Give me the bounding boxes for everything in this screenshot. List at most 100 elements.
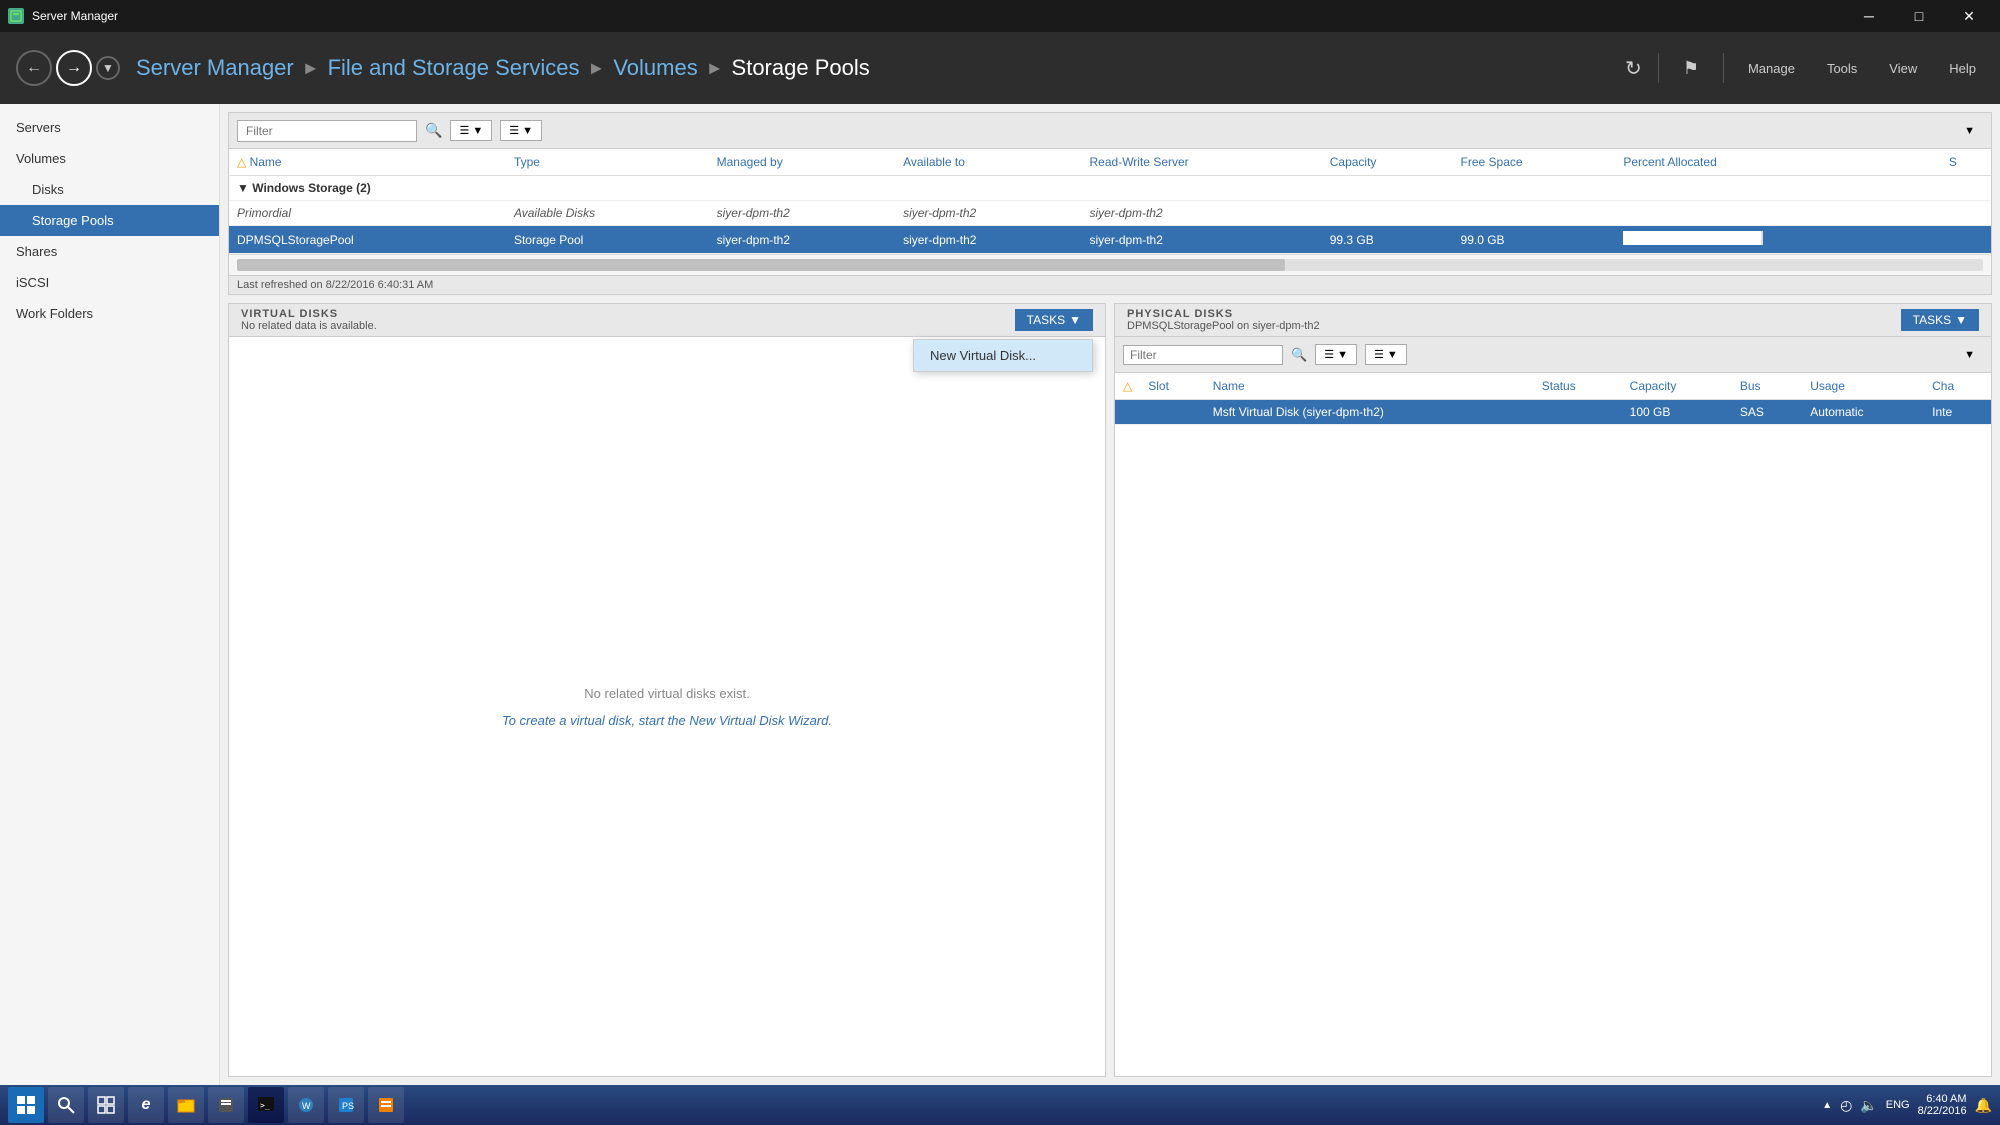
- nav-divider2: [1723, 53, 1724, 83]
- sidebar: Servers Volumes Disks Storage Pools Shar…: [0, 104, 220, 1085]
- phys-warn-cell: [1115, 400, 1140, 425]
- physical-disks-panel: PHYSICAL DISKS DPMSQLStoragePool on siye…: [1114, 303, 1992, 1077]
- filter-input[interactable]: [237, 120, 417, 142]
- phys-slot: [1140, 400, 1204, 425]
- phys-col-name[interactable]: Name: [1205, 373, 1534, 400]
- taskbar-app7[interactable]: W: [288, 1087, 324, 1123]
- group-expander-icon[interactable]: ▼: [237, 181, 249, 195]
- storage-pools-table-container: △ Name Type Managed by Available to Read…: [229, 149, 1991, 254]
- virtual-disks-header: VIRTUAL DISKS No related data is availab…: [229, 304, 1105, 337]
- taskbar-app8[interactable]: PS: [328, 1087, 364, 1123]
- phys-usage: Automatic: [1802, 400, 1924, 425]
- sidebar-item-servers[interactable]: Servers: [0, 112, 219, 143]
- main-layout: Servers Volumes Disks Storage Pools Shar…: [0, 104, 2000, 1085]
- phys-expand-btn[interactable]: ▼: [1956, 346, 1983, 364]
- taskbar-explorer[interactable]: [168, 1087, 204, 1123]
- pool-capacity: 99.3 GB: [1322, 226, 1453, 254]
- refresh-button[interactable]: ↻: [1625, 56, 1642, 81]
- sidebar-item-volumes[interactable]: Volumes: [0, 143, 219, 174]
- help-button[interactable]: Help: [1941, 57, 1984, 80]
- col-name[interactable]: △ Name: [229, 149, 506, 176]
- taskbar-app5[interactable]: [208, 1087, 244, 1123]
- tasks-dropdown-icon: ▼: [1069, 313, 1081, 327]
- col-s[interactable]: S: [1941, 149, 1991, 176]
- taskbar-search[interactable]: [48, 1087, 84, 1123]
- phys-capacity: 100 GB: [1622, 400, 1732, 425]
- tray-volume-icon: 🔈: [1860, 1097, 1877, 1114]
- filter-search-icon[interactable]: 🔍: [425, 122, 442, 139]
- manage-button[interactable]: Manage: [1740, 57, 1803, 80]
- phys-disk-row[interactable]: Msft Virtual Disk (siyer-dpm-th2) 100 GB…: [1115, 400, 1991, 425]
- navbar: ← → ▼ Server Manager ► File and Storage …: [0, 32, 2000, 104]
- phys-sort-btn[interactable]: ☰ ▼: [1365, 344, 1407, 365]
- breadcrumb-server-manager[interactable]: Server Manager: [136, 55, 294, 81]
- no-virtual-disks-text: No related virtual disks exist.: [584, 686, 749, 701]
- phys-name: Msft Virtual Disk (siyer-dpm-th2): [1205, 400, 1534, 425]
- primordial-managed-by: siyer-dpm-th2: [709, 201, 895, 226]
- primordial-row[interactable]: Primordial Available Disks siyer-dpm-th2…: [229, 201, 1991, 226]
- tools-button[interactable]: Tools: [1819, 57, 1865, 80]
- tasks-button-virtual[interactable]: TASKS ▼: [1015, 309, 1093, 331]
- phys-col-bus[interactable]: Bus: [1732, 373, 1802, 400]
- phys-col-slot[interactable]: Slot: [1140, 373, 1204, 400]
- maximize-button[interactable]: □: [1896, 0, 1942, 32]
- col-percent-allocated[interactable]: Percent Allocated: [1615, 149, 1940, 176]
- physical-disks-title: PHYSICAL DISKS: [1127, 308, 1320, 320]
- breadcrumb-file-storage[interactable]: File and Storage Services: [328, 55, 580, 81]
- phys-filter-icon[interactable]: 🔍: [1291, 347, 1307, 363]
- group-header-row: ▼ Windows Storage (2): [229, 176, 1991, 201]
- sidebar-label-work-folders: Work Folders: [16, 306, 93, 321]
- forward-button[interactable]: →: [56, 50, 92, 86]
- svg-text:>_: >_: [260, 1101, 270, 1110]
- sidebar-label-storage-pools: Storage Pools: [32, 213, 114, 228]
- start-button[interactable]: [8, 1087, 44, 1123]
- primordial-name: Primordial: [229, 201, 506, 226]
- back-button[interactable]: ←: [16, 50, 52, 86]
- tasks-button-physical[interactable]: TASKS ▼: [1901, 309, 1979, 331]
- sidebar-item-iscsi[interactable]: iSCSI: [0, 267, 219, 298]
- sidebar-item-disks[interactable]: Disks: [0, 174, 219, 205]
- col-managed-by[interactable]: Managed by: [709, 149, 895, 176]
- phys-col-usage[interactable]: Usage: [1802, 373, 1924, 400]
- sidebar-label-shares: Shares: [16, 244, 57, 259]
- dpm-pool-row[interactable]: DPMSQLStoragePool Storage Pool siyer-dpm…: [229, 226, 1991, 254]
- col-type[interactable]: Type: [506, 149, 709, 176]
- taskbar-ie[interactable]: e: [128, 1087, 164, 1123]
- view-button[interactable]: View: [1881, 57, 1925, 80]
- physical-disks-table: △ Slot Name Status Capacity Bus Usage Ch…: [1115, 373, 1991, 425]
- taskbar-cmd[interactable]: >_: [248, 1087, 284, 1123]
- col-available-to[interactable]: Available to: [895, 149, 1081, 176]
- pool-percent-bar: [1615, 226, 1940, 254]
- flag-icon: ⚑: [1675, 54, 1707, 83]
- new-virtual-disk-item[interactable]: New Virtual Disk...: [914, 340, 1092, 371]
- taskbar-task-view[interactable]: [88, 1087, 124, 1123]
- sidebar-label-volumes: Volumes: [16, 151, 66, 166]
- col-rw-server[interactable]: Read-Write Server: [1082, 149, 1322, 176]
- tray-notify-icon[interactable]: 🔔: [1975, 1097, 1992, 1114]
- sort-btn[interactable]: ☰ ▼: [500, 120, 542, 141]
- breadcrumb-volumes[interactable]: Volumes: [613, 55, 697, 81]
- create-virtual-disk-link[interactable]: To create a virtual disk, start the New …: [502, 713, 832, 728]
- sidebar-item-storage-pools[interactable]: Storage Pools: [0, 205, 219, 236]
- tray-expand-icon[interactable]: ▲: [1822, 1100, 1832, 1111]
- phys-col-capacity[interactable]: Capacity: [1622, 373, 1732, 400]
- taskbar-server-manager[interactable]: [368, 1087, 404, 1123]
- phys-col-cha[interactable]: Cha: [1924, 373, 1991, 400]
- content-area: 🔍 ☰ ▼ ☰ ▼ ▼ △ Name Type Manag: [220, 104, 2000, 1085]
- nav-dropdown-button[interactable]: ▼: [96, 56, 120, 80]
- phys-view-btn[interactable]: ☰ ▼: [1315, 344, 1357, 365]
- view-btn[interactable]: ☰ ▼: [450, 120, 492, 141]
- pool-rw-server: siyer-dpm-th2: [1082, 226, 1322, 254]
- primordial-free-space: [1453, 201, 1616, 226]
- sidebar-item-shares[interactable]: Shares: [0, 236, 219, 267]
- close-button[interactable]: ✕: [1946, 0, 1992, 32]
- phys-col-status[interactable]: Status: [1534, 373, 1622, 400]
- col-capacity[interactable]: Capacity: [1322, 149, 1453, 176]
- last-refreshed-text: Last refreshed on 8/22/2016 6:40:31 AM: [237, 279, 433, 291]
- breadcrumb: Server Manager ► File and Storage Servic…: [136, 55, 1609, 81]
- phys-filter-input[interactable]: [1123, 345, 1283, 365]
- expand-btn[interactable]: ▼: [1956, 122, 1983, 140]
- col-free-space[interactable]: Free Space: [1453, 149, 1616, 176]
- sidebar-item-work-folders[interactable]: Work Folders: [0, 298, 219, 329]
- minimize-button[interactable]: ─: [1846, 0, 1892, 32]
